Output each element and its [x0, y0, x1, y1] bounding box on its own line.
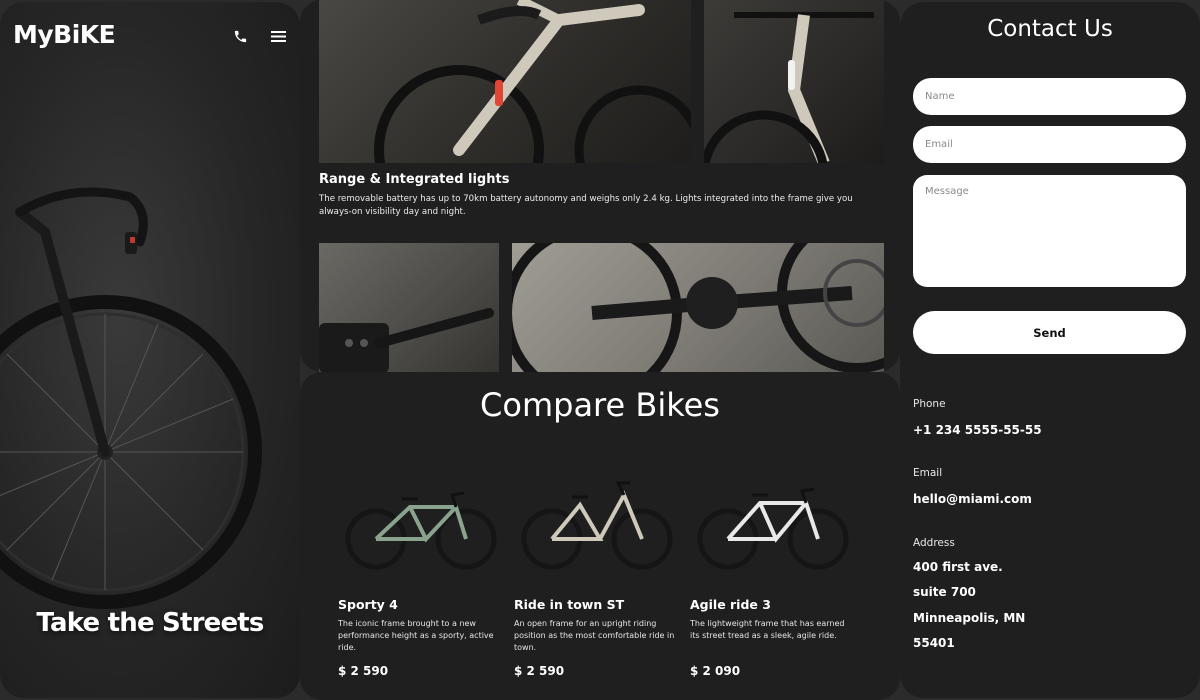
- hero-bike-image: [0, 187, 262, 609]
- bike-description: The iconic frame brought to a new perfor…: [338, 619, 494, 652]
- name-input[interactable]: [913, 78, 1186, 115]
- compare-title: Compare Bikes: [480, 386, 720, 424]
- menu-icon[interactable]: [270, 28, 286, 44]
- phone-icon[interactable]: [232, 28, 248, 44]
- bike-name[interactable]: Ride in town ST: [514, 597, 680, 612]
- hero-toolbar: [232, 28, 286, 44]
- compare-panel: Compare Bikes Sporty 4 The iconic frame …: [300, 372, 900, 700]
- contact-title: Contact Us: [987, 16, 1113, 42]
- feature-photo-kickstand: [319, 243, 499, 372]
- brand-logo[interactable]: MyBiKE: [13, 20, 116, 49]
- email-value[interactable]: hello@miami.com: [913, 487, 1032, 512]
- bike-name[interactable]: Sporty 4: [338, 597, 504, 612]
- bike-price: $ 2 590: [514, 664, 565, 678]
- bike-image-sporty-4: [345, 491, 497, 570]
- features-panel: Range & Integrated lights The removable …: [300, 0, 900, 372]
- feature-photo-drivetrain: [512, 243, 884, 372]
- hero-panel: MyBiKE Take the Streets: [0, 2, 300, 698]
- phone-label: Phone: [913, 398, 946, 410]
- address-line: suite 700: [913, 585, 976, 599]
- feature-photo-front-light: [704, 0, 884, 163]
- email-input[interactable]: [913, 126, 1186, 163]
- contact-panel: Contact Us Send Phone +1 234 5555-55-55 …: [900, 2, 1200, 698]
- bike-description: An open frame for an upright riding posi…: [514, 619, 675, 652]
- hero-title: Take the Streets: [36, 608, 264, 638]
- bike-card[interactable]: Ride in town ST An open frame for an upr…: [514, 477, 680, 678]
- address-label: Address: [913, 537, 955, 549]
- bike-card[interactable]: Sporty 4 The iconic frame brought to a n…: [338, 477, 504, 678]
- feature-description: The removable battery has up to 70km bat…: [319, 194, 853, 217]
- bike-image-agile-ride-3: [697, 487, 849, 570]
- page: MyBiKE Take the Streets Range & Integrat…: [0, 0, 1200, 700]
- feature-photo-rear-light: [319, 0, 691, 163]
- bike-name[interactable]: Agile ride 3: [690, 597, 856, 612]
- address-line: 400 first ave.: [913, 560, 1003, 574]
- bike-price: $ 2 090: [690, 664, 741, 678]
- send-button[interactable]: Send: [913, 311, 1186, 354]
- bike-image-ride-in-town-st: [521, 481, 673, 570]
- bike-card[interactable]: Agile ride 3 The lightweight frame that …: [690, 477, 856, 678]
- bike-description: The lightweight frame that has earned it…: [690, 619, 845, 640]
- address-line: 55401: [913, 636, 955, 650]
- bike-price: $ 2 590: [338, 664, 389, 678]
- message-input[interactable]: [913, 175, 1186, 287]
- feature-title: Range & Integrated lights: [319, 172, 510, 187]
- phone-value[interactable]: +1 234 5555-55-55: [913, 418, 1042, 443]
- address-line: Minneapolis, MN: [913, 611, 1026, 625]
- email-label: Email: [913, 467, 943, 479]
